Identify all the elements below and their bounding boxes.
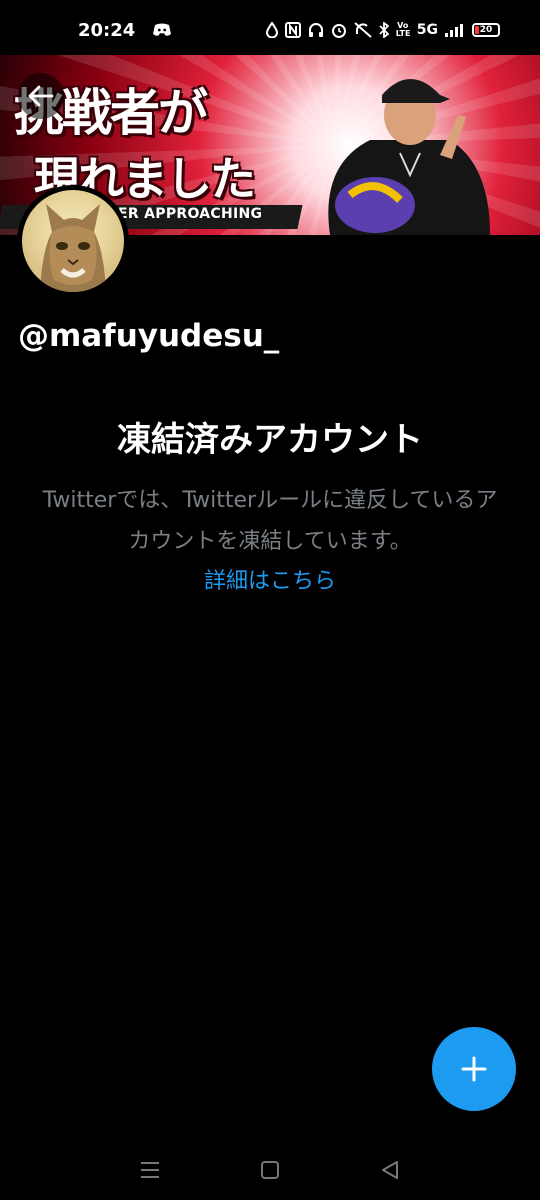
back-button[interactable] — [18, 73, 64, 119]
plus-icon — [461, 1056, 487, 1082]
system-nav-bar — [0, 1140, 540, 1200]
headphones-icon — [308, 21, 324, 39]
back-nav-button[interactable] — [370, 1150, 410, 1190]
status-time: 20:24 — [78, 19, 136, 41]
suspended-title: 凍結済みアカウント — [117, 420, 423, 460]
network-label: 5G — [416, 22, 438, 38]
drop-icon — [265, 21, 278, 39]
learn-more-link[interactable]: 詳細はこちら — [0, 563, 540, 595]
mute-icon — [354, 21, 372, 39]
suspended-message: Twitterでは、Twitterルールに違反しているアカウントを凍結しています… — [42, 488, 498, 554]
status-bar: 20:24 Vo LTE 5G 20 — [0, 0, 540, 60]
banner-person-image — [328, 79, 490, 235]
signal-icon — [445, 21, 465, 39]
battery-icon: 20 — [472, 23, 500, 37]
triangle-back-icon — [382, 1161, 398, 1179]
battery-level: 20 — [479, 25, 493, 35]
bluetooth-icon — [379, 21, 389, 39]
recents-button[interactable] — [130, 1150, 170, 1190]
cat-avatar-image — [40, 204, 106, 292]
home-button[interactable] — [250, 1150, 290, 1190]
arrow-left-icon — [28, 85, 54, 107]
avatar[interactable] — [22, 190, 124, 292]
nfc-icon — [284, 21, 301, 39]
discord-icon — [153, 21, 172, 39]
profile-handle: @mafuyudesu_ — [18, 318, 280, 354]
volte-label: Vo LTE — [395, 21, 411, 38]
alarm-icon — [331, 21, 347, 39]
square-icon — [261, 1161, 279, 1179]
compose-button[interactable] — [432, 1027, 516, 1111]
banner-strip-text: ER APPROACHING — [118, 206, 263, 222]
menu-icon — [141, 1162, 159, 1178]
